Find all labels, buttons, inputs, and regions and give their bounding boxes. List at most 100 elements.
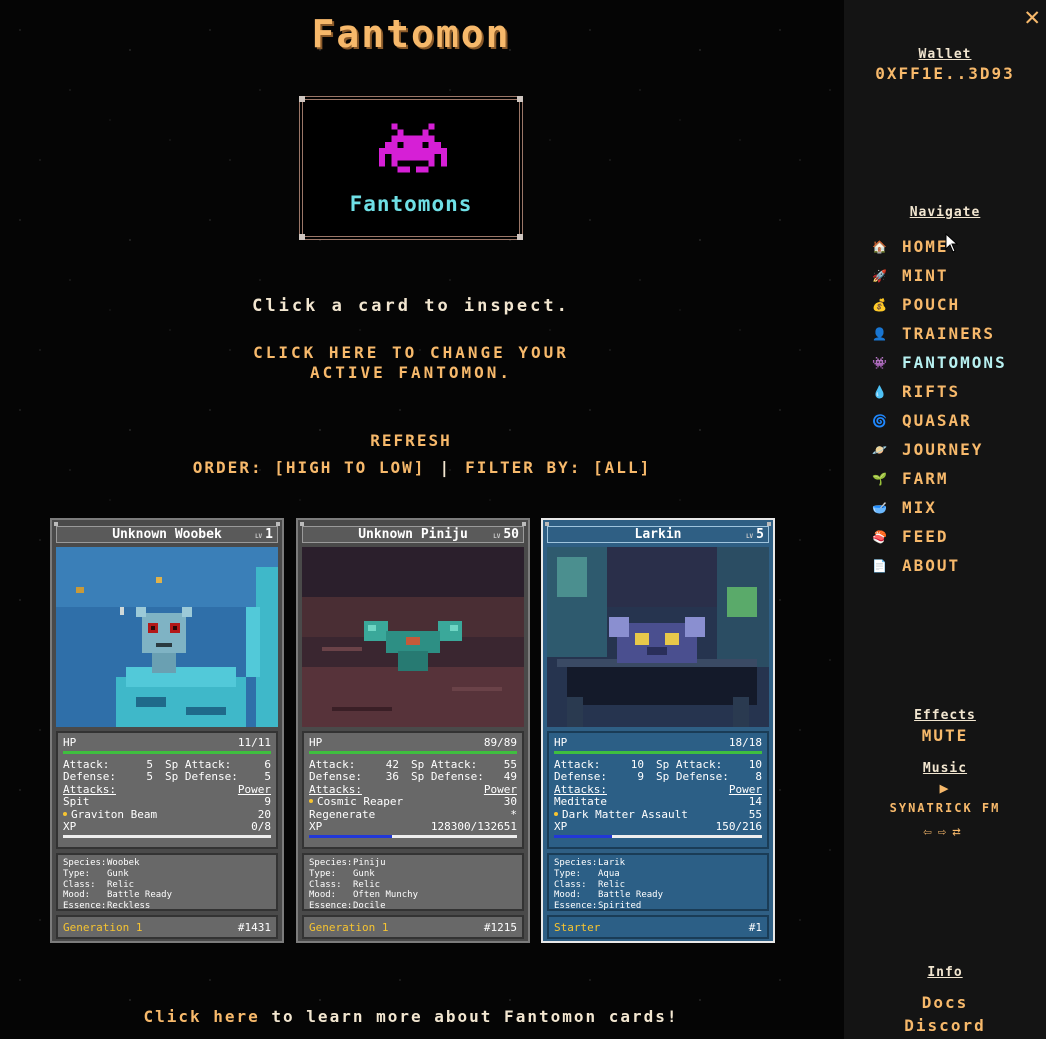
fantomon-card[interactable]: Unknown Piniju LV 50 HP 89/89 Attack: 42… [296, 518, 530, 943]
essence-label: Essence: [63, 901, 107, 912]
xp-value: 128300/132651 [430, 820, 517, 833]
species-label: Species: [554, 858, 598, 868]
next-track-icon[interactable]: ⇨ [938, 824, 952, 840]
class-value: Relic [598, 879, 626, 890]
nav-item-rifts[interactable]: 💧 RIFTS [872, 377, 1042, 406]
card-stats: HP 89/89 Attack: 42 Sp Attack: 55 Defense: 3… [302, 731, 524, 849]
close-icon[interactable]: ✕ [1024, 2, 1040, 32]
mood-label: Mood: [554, 890, 582, 901]
level-value: 5 [756, 527, 764, 542]
fantomon-card-active[interactable]: Larkin LV 5 HP 18/18 Attack: 10 Sp Attac… [541, 518, 775, 943]
hp-bar-fill [309, 750, 517, 754]
bowl-icon: 🥣 [872, 500, 889, 515]
type-label: Type: [63, 868, 91, 879]
house-icon: 🏠 [872, 239, 889, 254]
level-value: 1 [265, 527, 273, 542]
mute-button[interactable]: MUTE [844, 726, 1046, 745]
nav-item-quasar[interactable]: 🌀 QUASAR [872, 406, 1042, 435]
hp-bar-fill [554, 750, 762, 754]
swirl-icon: 🌀 [872, 413, 889, 428]
logo-corner [299, 234, 305, 240]
card-name: Larkin [634, 527, 682, 542]
card-level: LV 5 [746, 527, 764, 544]
card-stats: HP 18/18 Attack: 10 Sp Attack: 10 Defense: 9… [547, 731, 769, 849]
card-info: Species:Larik Type: Aqua Class: Relic Mood… [547, 853, 769, 911]
mood-value: Battle Ready [598, 890, 664, 901]
refresh-button[interactable]: REFRESH [0, 431, 822, 450]
level-value: 50 [503, 527, 519, 542]
fantomon-card[interactable]: Unknown Woobek LV 1 HP 11/11 Attack: 5 S… [50, 518, 284, 943]
info-heading: Info [927, 965, 963, 980]
filter-toggle[interactable]: FILTER BY: [ALL] [465, 458, 651, 477]
nav-item-farm[interactable]: 🌱 FARM [872, 464, 1042, 493]
planet-icon: 🪐 [872, 442, 889, 457]
essence-label: Essence: [309, 901, 353, 912]
active-move-dot-icon [309, 799, 313, 803]
invader-icon: 👾 [872, 355, 889, 370]
card-level: LV 50 [493, 527, 519, 544]
nav-label: HOME [902, 237, 949, 256]
move-name: Dark Matter Assault [562, 807, 688, 821]
logo-corner [517, 234, 523, 240]
class-label: Class: [554, 879, 587, 890]
learn-more-link[interactable]: Click here [143, 1007, 259, 1026]
card-info: Species:Piniju Type: Gunk Class: Relic Moo… [302, 853, 524, 911]
instruction-text: Click a card to inspect. [252, 296, 570, 316]
level-label: LV [254, 533, 263, 540]
card-name: Unknown Piniju [358, 527, 468, 542]
essence-value: Docile [353, 901, 386, 912]
effects-heading: Effects [914, 708, 976, 723]
nav-item-about[interactable]: 📄 ABOUT [872, 551, 1042, 580]
nav-label: TRAINERS [902, 324, 996, 343]
wallet-address[interactable]: 0XFF1E..3D93 [844, 64, 1046, 83]
hp-bar [63, 750, 271, 754]
mood-value: Battle Ready [107, 890, 173, 901]
hp-bar-fill [63, 750, 271, 754]
nav-item-mint[interactable]: 🚀 MINT [872, 261, 1042, 290]
type-value: Gunk [353, 868, 375, 879]
hp-label: HP [554, 736, 568, 749]
species-value: Larik [598, 858, 626, 868]
species-label: Species: [63, 858, 107, 868]
card-art [56, 547, 278, 727]
card-info: Species:Woobek Type: Gunk Class: Relic Moo… [56, 853, 278, 911]
person-icon: 👤 [872, 326, 889, 341]
defense-label: Defense: [63, 770, 116, 783]
type-value: Aqua [598, 868, 620, 879]
nav-item-pouch[interactable]: 💰 POUCH [872, 290, 1042, 319]
hp-bar [554, 750, 762, 754]
logo-label: Fantomons [349, 192, 473, 216]
nav-item-trainers[interactable]: 👤 TRAINERS [872, 319, 1042, 348]
nav-item-fantomons[interactable]: 👾 FANTOMONS [872, 348, 1042, 377]
xp-bar [63, 834, 271, 838]
card-footer: Generation 1 #1431 [56, 915, 278, 939]
nav-item-mix[interactable]: 🥣 MIX [872, 493, 1042, 522]
order-toggle[interactable]: ORDER: [HIGH TO LOW] [193, 458, 426, 477]
space-invader-icon [379, 123, 447, 173]
discord-link[interactable]: Discord [844, 1016, 1046, 1035]
nav-item-journey[interactable]: 🪐 JOURNEY [872, 435, 1042, 464]
move-power: 30 [503, 795, 517, 808]
nav-label: ABOUT [902, 556, 961, 575]
sprout-icon: 🌱 [872, 471, 889, 486]
essence-value: Spirited [598, 901, 642, 912]
mood-label: Mood: [63, 890, 91, 901]
shuffle-icon[interactable]: ⇄ [952, 824, 966, 840]
xp-value: 0/8 [251, 820, 271, 833]
nav-label: FEED [902, 527, 949, 546]
move-power: 9 [264, 795, 271, 808]
xp-bar [554, 834, 762, 838]
hp-value: 11/11 [237, 736, 271, 749]
class-value: Relic [107, 879, 135, 890]
main-area: Fantomon Fantomons Click a card to inspe… [0, 0, 844, 1039]
sp-defense-label: Sp Defense: [165, 770, 238, 783]
nav-item-feed[interactable]: 🍣 FEED [872, 522, 1042, 551]
hp-label: HP [309, 736, 323, 749]
sidebar: ✕ Wallet 0XFF1E..3D93 Navigate 🏠 HOME 🚀 MI… [844, 0, 1046, 1039]
change-active-fantomon-link[interactable]: CLICK HERE TO CHANGE YOUR ACTIVE FANTOMO… [236, 343, 586, 383]
learn-more-text: Click here to learn more about Fantomon … [0, 1007, 822, 1026]
prev-track-icon[interactable]: ⇦ [923, 824, 937, 840]
logo-corner [299, 96, 305, 102]
play-icon[interactable]: ▶ [844, 779, 1046, 797]
docs-link[interactable]: Docs [844, 993, 1046, 1012]
